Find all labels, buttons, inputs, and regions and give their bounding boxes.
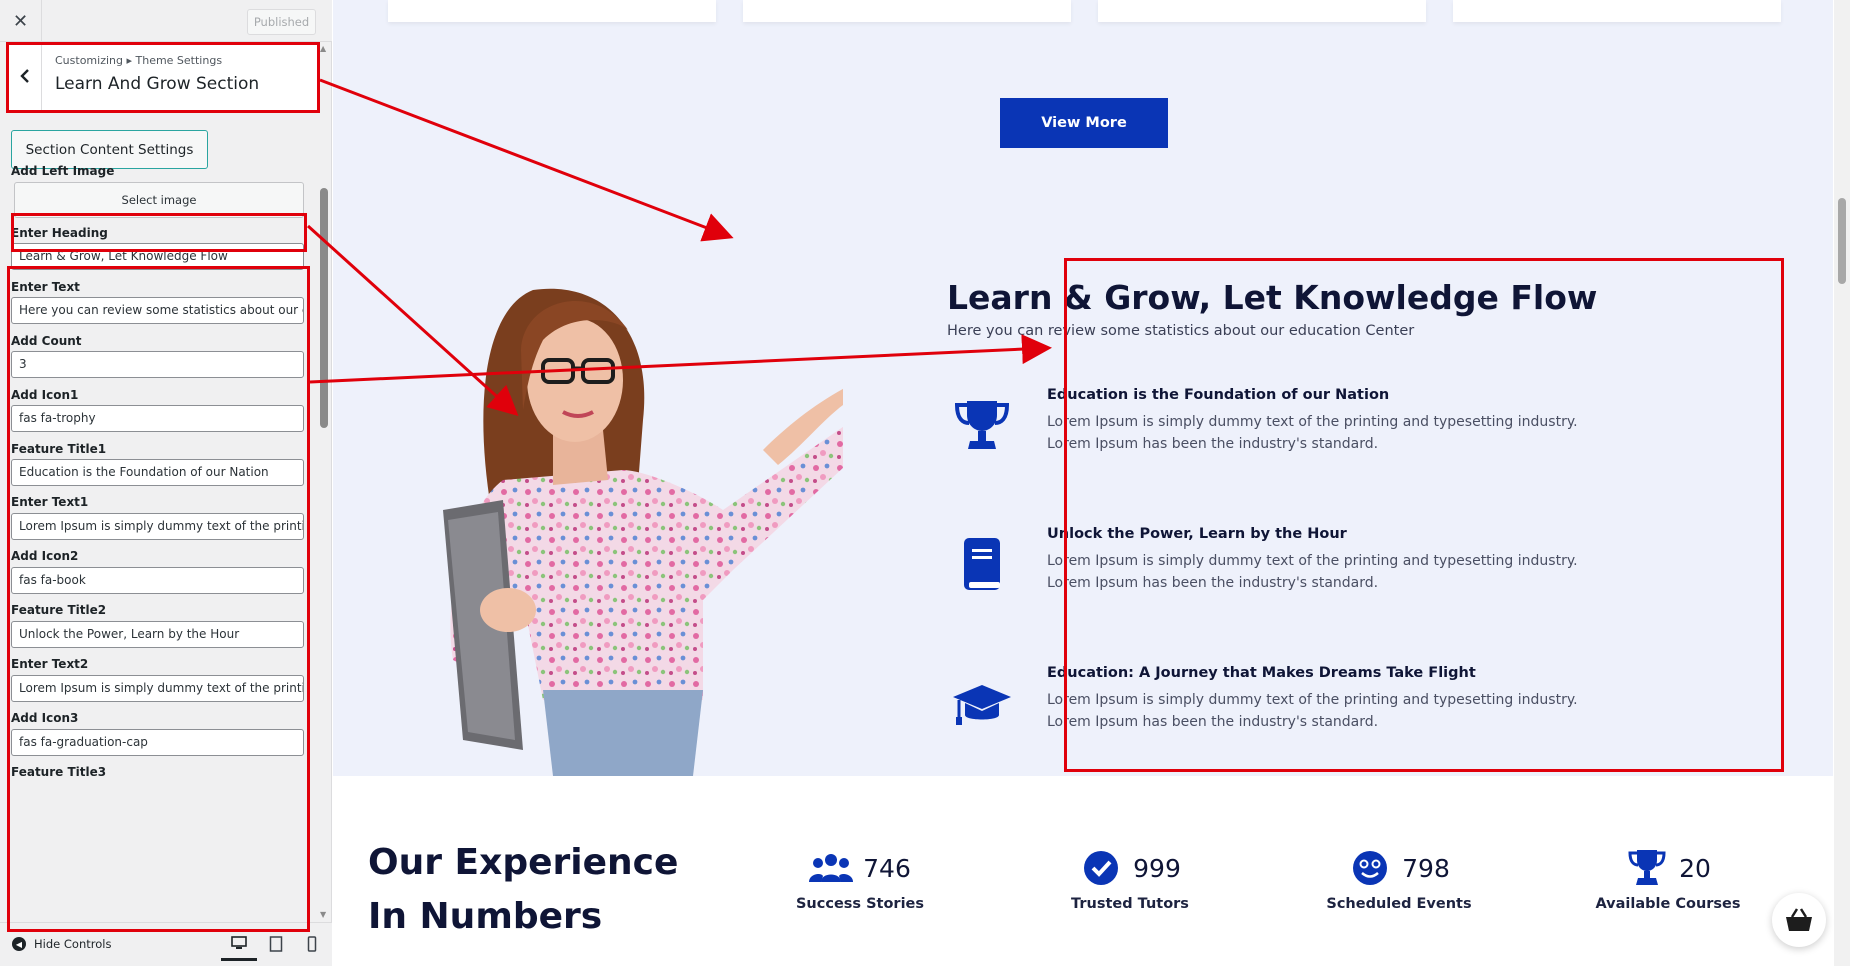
preview-scrollbar-thumb[interactable]	[1838, 198, 1846, 284]
mobile-icon	[307, 936, 317, 952]
stat-value: 798	[1402, 853, 1450, 883]
select-image-button[interactable]: Select image	[14, 182, 304, 218]
stat-value: 746	[863, 853, 911, 883]
stat-item: 798 Scheduled Events	[1299, 846, 1499, 946]
feature-title: Unlock the Power, Learn by the Hour	[1047, 526, 1347, 542]
icon1-input[interactable]: fas fa-trophy	[11, 405, 304, 432]
graduation-cap-icon	[953, 685, 1011, 725]
field-label-icon2: Add Icon2	[11, 549, 79, 563]
field-label-heading: Enter Heading	[11, 226, 108, 240]
learn-grow-subtext: Here you can review some statistics abou…	[947, 323, 1415, 339]
scroll-down-arrow[interactable]: ▼	[320, 910, 326, 919]
field-label-left-image: Add Left Image	[11, 164, 115, 178]
text2-input[interactable]: Lorem Ipsum is simply dummy text of the …	[11, 675, 304, 702]
trophy-icon	[954, 401, 1010, 449]
course-card	[743, 0, 1071, 22]
trophy-icon	[1628, 850, 1666, 885]
published-button[interactable]: Published	[247, 9, 316, 35]
cart-button[interactable]	[1772, 893, 1826, 947]
course-card	[388, 0, 716, 22]
customizer-sidebar: ✕ Published Customizing ▸ Theme Settings…	[0, 0, 332, 966]
view-more-button[interactable]: View More	[1000, 98, 1168, 148]
section-header: Customizing ▸ Theme Settings Learn And G…	[8, 42, 320, 110]
text1-input[interactable]: Lorem Ipsum is simply dummy text of the …	[11, 513, 304, 540]
desktop-icon	[231, 935, 247, 949]
hero-woman-image	[443, 288, 843, 776]
heading-input[interactable]: Learn & Grow, Let Knowledge Flow	[11, 243, 304, 270]
feature-text: Lorem Ipsum is simply dummy text of the …	[1047, 414, 1578, 452]
site-preview: View More Learn & Grow, Let Knowledge Fl…	[333, 0, 1850, 966]
shopping-basket-icon	[1786, 908, 1812, 931]
feature-title1-input[interactable]: Education is the Foundation of our Natio…	[11, 459, 304, 486]
feature-title: Education is the Foundation of our Natio…	[1047, 387, 1390, 403]
icon3-input[interactable]: fas fa-graduation-cap	[11, 729, 304, 756]
users-icon	[809, 854, 854, 882]
feature-item: Education is the Foundation of our Natio…	[947, 387, 1807, 467]
feature-text: Lorem Ipsum is simply dummy text of the …	[1047, 692, 1578, 730]
scroll-up-arrow[interactable]: ▲	[320, 44, 326, 53]
stat-label: Scheduled Events	[1326, 896, 1472, 912]
check-circle-icon	[1084, 851, 1119, 885]
feature-text: Lorem Ipsum is simply dummy text of the …	[1047, 553, 1578, 591]
close-icon: ✕	[12, 10, 29, 32]
learn-grow-content: Learn & Grow, Let Knowledge Flow Here yo…	[947, 260, 1817, 770]
hide-controls-label: Hide Controls	[34, 937, 112, 951]
count-input[interactable]: 3	[11, 351, 304, 378]
sidebar-scrollbar-thumb[interactable]	[320, 188, 328, 428]
stat-label: Available Courses	[1595, 896, 1741, 912]
field-label-icon3: Add Icon3	[11, 711, 79, 725]
field-label-count: Add Count	[11, 334, 82, 348]
course-card	[1098, 0, 1426, 22]
stat-value: 999	[1133, 853, 1181, 883]
mobile-preview-button[interactable]	[301, 933, 323, 955]
learn-grow-heading: Learn & Grow, Let Knowledge Flow	[947, 278, 1598, 317]
tablet-icon	[269, 936, 283, 952]
preview-scrollbar[interactable]	[1834, 0, 1850, 966]
stat-item: 746 Success Stories	[760, 846, 960, 946]
learn-grow-section: View More Learn & Grow, Let Knowledge Fl…	[333, 0, 1833, 776]
field-label-icon1: Add Icon1	[11, 388, 79, 402]
collapse-icon: ◀	[12, 937, 26, 951]
sidebar-footer: ◀ Hide Controls	[0, 922, 332, 966]
chevron-left-icon	[19, 69, 29, 83]
text-input[interactable]: Here you can review some statistics abou…	[11, 297, 304, 324]
stat-value: 20	[1679, 853, 1711, 883]
stats-heading: Our Experience In Numbers	[368, 842, 679, 937]
feature-title2-input[interactable]: Unlock the Power, Learn by the Hour	[11, 621, 304, 648]
field-label-text1: Enter Text1	[11, 495, 89, 509]
sidebar-controls-panel: Section Content Settings Add Left Image …	[0, 112, 332, 922]
desktop-preview-button[interactable]	[221, 927, 257, 961]
icon2-input[interactable]: fas fa-book	[11, 567, 304, 594]
smile-icon	[1353, 851, 1388, 885]
back-button[interactable]	[8, 42, 42, 110]
feature-item: Education: A Journey that Makes Dreams T…	[947, 665, 1807, 745]
field-label-text: Enter Text	[11, 280, 80, 294]
close-customizer-button[interactable]: ✕	[0, 0, 42, 42]
feature-title: Education: A Journey that Makes Dreams T…	[1047, 665, 1476, 681]
section-title: Learn And Grow Section	[55, 74, 260, 94]
field-label-feature-title2: Feature Title2	[11, 603, 107, 617]
tablet-preview-button[interactable]	[265, 933, 287, 955]
field-label-feature-title3: Feature Title3	[11, 765, 107, 779]
breadcrumb: Customizing ▸ Theme Settings	[55, 54, 223, 67]
book-icon	[964, 538, 1000, 590]
course-card	[1453, 0, 1781, 22]
stat-item: 20 Available Courses	[1568, 846, 1768, 946]
sidebar-top-bar: ✕ Published	[0, 0, 332, 42]
field-label-feature-title1: Feature Title1	[11, 442, 107, 456]
stats-section: Our Experience In Numbers 746 Success St…	[333, 776, 1833, 966]
stat-label: Trusted Tutors	[1071, 896, 1189, 912]
feature-item: Unlock the Power, Learn by the Hour Lore…	[947, 526, 1807, 606]
stat-item: 999 Trusted Tutors	[1030, 846, 1230, 946]
hide-controls-button[interactable]: ◀ Hide Controls	[12, 937, 111, 951]
field-label-text2: Enter Text2	[11, 657, 89, 671]
stat-label: Success Stories	[795, 896, 925, 912]
